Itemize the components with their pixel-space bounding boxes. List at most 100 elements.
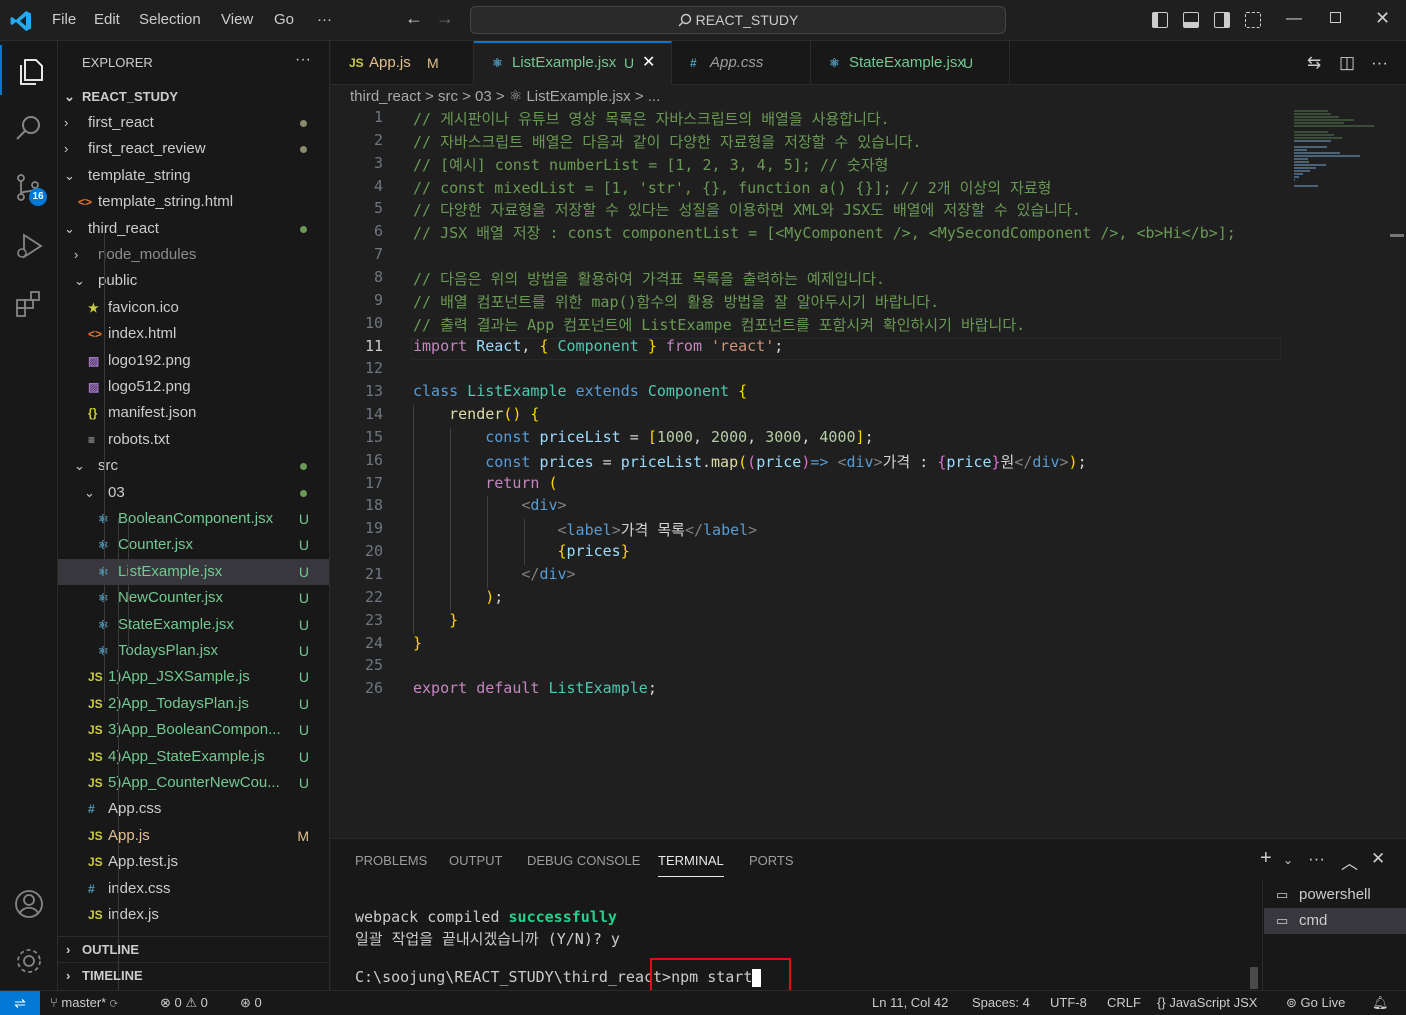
file-item[interactable]: ≡ robots.txt [58, 427, 329, 453]
extensions-activity[interactable] [0, 277, 58, 327]
code-line[interactable]: // 다양한 자료형을 저장할 수 있다는 성질을 이용하면 XML와 JSX도… [413, 199, 1081, 220]
toggle-secondary-sidebar-icon[interactable] [1214, 12, 1230, 28]
folder-item[interactable]: ⌄ src [58, 453, 329, 479]
file-item[interactable]: ▨ logo512.png [58, 374, 329, 400]
menu-edit[interactable]: Edit [94, 11, 120, 28]
code-line[interactable]: render() { [413, 405, 539, 423]
code-line[interactable]: <label>가격 목록</label> [413, 519, 758, 540]
toggle-sidebar-icon[interactable] [1152, 12, 1168, 28]
open-changes-icon[interactable]: ⇆ [1307, 53, 1321, 73]
maximize-panel-icon[interactable]: ︿ [1341, 849, 1358, 874]
tab-debug-console[interactable]: DEBUG CONSOLE [527, 853, 640, 868]
code-line[interactable]: // 다음은 위의 방법을 활용하여 가격표 목록을 출력하는 예제입니다. [413, 268, 885, 289]
file-item[interactable]: ⚛ListExample.jsxU [58, 558, 329, 585]
menu-selection[interactable]: Selection [139, 11, 201, 28]
code-line[interactable]: // 배열 컴포넌트를 위한 map()함수의 활용 방법을 잘 알아두시기 바… [413, 291, 939, 312]
terminal-item-cmd[interactable]: ▭ cmd [1264, 908, 1406, 934]
close-window-icon[interactable]: ✕ [1375, 8, 1390, 29]
folder-item[interactable]: › first_react_review [58, 136, 329, 162]
workspace-root[interactable]: ⌄ REACT_STUDY [58, 84, 329, 110]
code-line[interactable]: ); [413, 588, 503, 606]
run-debug-activity[interactable] [0, 219, 58, 269]
accounts-activity[interactable] [0, 877, 58, 927]
code-line[interactable]: return ( [413, 474, 557, 492]
code-line[interactable]: </div> [413, 565, 575, 583]
folder-item[interactable]: ⌄ 03 [58, 480, 329, 506]
file-item[interactable]: JS 1)App_JSXSample.js U [58, 664, 329, 690]
maximize-icon[interactable] [1330, 12, 1341, 23]
more-actions-icon[interactable]: ··· [295, 51, 311, 69]
code-line[interactable]: // const mixedList = [1, 'str', {}, func… [413, 177, 1051, 198]
close-tab-icon[interactable]: ✕ [642, 43, 655, 83]
minimap[interactable] [1284, 108, 1404, 838]
problems-indicator[interactable]: ⊗ 0 ⚠ 0 [160, 995, 208, 1011]
command-center[interactable]: REACT_STUDY [470, 6, 1006, 34]
forward-arrow-icon[interactable]: → [436, 8, 454, 29]
menu-go[interactable]: Go [274, 11, 294, 28]
file-item[interactable]: ★ favicon.ico [58, 295, 329, 321]
go-live-button[interactable]: ⊚ Go Live [1286, 995, 1345, 1011]
tab-app-js[interactable]: JS App.js M [331, 41, 474, 85]
terminal-item-powershell[interactable]: ▭ powershell [1264, 882, 1406, 908]
folder-item[interactable]: › first_react [58, 110, 329, 136]
file-item[interactable]: JS 4)App_StateExample.js U [58, 744, 329, 770]
menu-file[interactable]: File [52, 11, 76, 28]
language-mode[interactable]: {} JavaScript JSX [1157, 995, 1257, 1010]
split-editor-icon[interactable]: ◫ [1339, 53, 1355, 73]
file-item[interactable]: <> template_string.html [58, 189, 329, 215]
file-item[interactable]: JS index.js [58, 902, 329, 928]
search-activity[interactable] [0, 101, 58, 151]
code-line[interactable]: // 출력 결과는 App 컴포넌트에 ListExampe 컴포넌트를 포함시… [413, 314, 1025, 335]
file-item[interactable]: ⚛NewCounter.jsxU [58, 585, 329, 611]
outline-section[interactable]: › OUTLINE [58, 936, 329, 962]
notifications-bell-icon[interactable]: 🔔︎ [1372, 995, 1389, 1011]
folder-item[interactable]: › node_modules [58, 242, 329, 268]
explorer-activity[interactable] [0, 45, 58, 95]
code-line[interactable]: const prices = priceList.map((price)=> <… [413, 451, 1086, 472]
timeline-section[interactable]: › TIMELINE [58, 962, 329, 988]
manage-activity[interactable] [0, 934, 58, 984]
code-line[interactable]: import React, { Component } from 'react'… [413, 337, 783, 355]
code-line[interactable]: class ListExample extends Component { [413, 382, 747, 400]
branch-indicator[interactable]: ⑂ master* ⟳ [50, 995, 118, 1010]
code-line[interactable]: <div> [413, 496, 566, 514]
code-line[interactable]: const priceList = [1000, 2000, 3000, 400… [413, 428, 873, 446]
file-item[interactable]: ⚛Counter.jsxU [58, 532, 329, 558]
code-line[interactable]: } [413, 611, 458, 629]
line-ending[interactable]: CRLF [1107, 995, 1141, 1010]
new-terminal-icon[interactable]: + [1260, 847, 1272, 870]
file-item[interactable]: <> index.html [58, 321, 329, 347]
source-control-activity[interactable]: 16 [0, 161, 58, 211]
toggle-panel-icon[interactable] [1183, 12, 1199, 28]
code-line[interactable]: // [예시] const numberList = [1, 2, 3, 4, … [413, 154, 888, 175]
folder-item[interactable]: ⌄ public [58, 268, 329, 294]
code-line[interactable]: {prices} [413, 542, 630, 560]
code-editor[interactable]: 1 // 게시판이나 유튜브 영상 목록은 자바스크립트의 배열을 사용합니다. 2… [331, 108, 1281, 838]
tab-output[interactable]: OUTPUT [449, 853, 502, 868]
file-item[interactable]: ⚛BooleanComponent.jsxU [58, 506, 329, 532]
menu-more[interactable]: ··· [317, 11, 332, 28]
chevron-down-icon[interactable]: ⌄ [1283, 853, 1293, 867]
code-line[interactable]: // 자바스크립트 배열은 다음과 같이 다양한 자료형을 저장할 수 있습니다… [413, 131, 922, 152]
minimize-icon[interactable]: — [1286, 10, 1302, 28]
tab-listexample-jsx[interactable]: ⚛ ListExample.jsx U ✕ [474, 41, 672, 85]
folder-item[interactable]: ⌄ third_react [58, 216, 329, 242]
customize-layout-icon[interactable] [1245, 12, 1261, 28]
indentation[interactable]: Spaces: 4 [972, 995, 1030, 1010]
terminal-scrollbar[interactable] [1250, 967, 1258, 989]
more-actions-icon[interactable]: ··· [1371, 53, 1388, 73]
tab-ports[interactable]: PORTS [749, 853, 794, 868]
tab-terminal[interactable]: TERMINAL [658, 853, 724, 877]
folder-item[interactable]: ⌄ template_string [58, 163, 329, 189]
ports-indicator[interactable]: ⊛ 0 [240, 995, 262, 1011]
code-line[interactable]: export default ListExample; [413, 679, 657, 697]
file-item[interactable]: ▨ logo192.png [58, 348, 329, 374]
file-item[interactable]: {} manifest.json [58, 400, 329, 426]
tab-problems[interactable]: PROBLEMS [355, 853, 427, 868]
file-item[interactable]: JS App.js M [58, 823, 329, 849]
file-item[interactable]: # index.css [58, 876, 329, 902]
encoding[interactable]: UTF-8 [1050, 995, 1087, 1010]
more-actions-icon[interactable]: ··· [1308, 849, 1325, 869]
tab-stateexample-jsx[interactable]: ⚛ StateExample.jsx U [811, 41, 1010, 85]
breadcrumb[interactable]: third_react > src > 03 > ⚛ ListExample.j… [350, 87, 660, 105]
